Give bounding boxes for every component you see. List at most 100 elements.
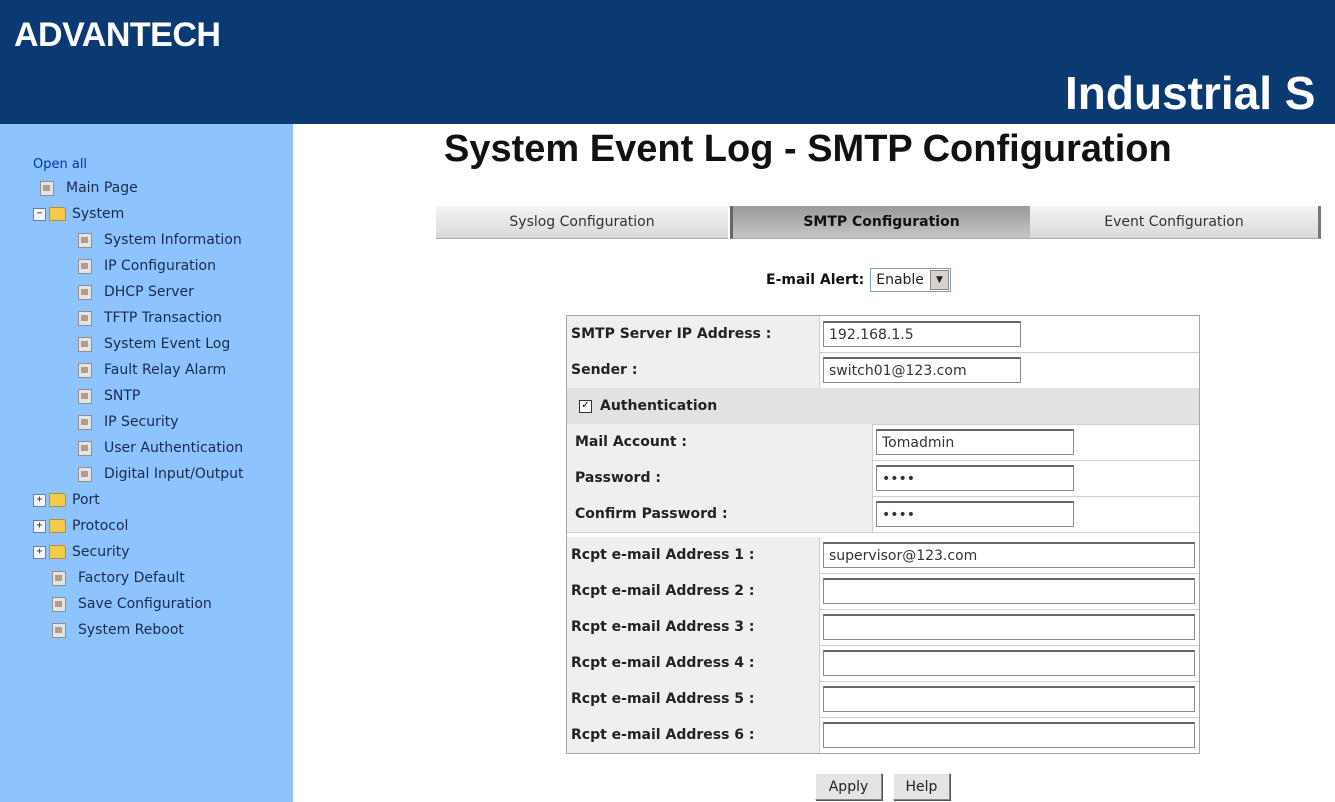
folder-icon xyxy=(49,493,66,507)
mail-account-row: Mail Account : xyxy=(567,424,1199,461)
sender-label: Sender : xyxy=(571,362,638,378)
confirm-password-input[interactable] xyxy=(876,501,1074,527)
sidebar-item-label: IP Configuration xyxy=(104,258,216,274)
sidebar-item-label: System Event Log xyxy=(104,336,231,352)
authentication-label: Authentication xyxy=(600,398,718,414)
tab-smtp-configuration[interactable]: SMTP Configuration xyxy=(730,206,1033,239)
advantech-logo: ADVANTECH xyxy=(14,16,221,54)
doc-icon xyxy=(78,414,92,430)
rcpt-address-1-label: Rcpt e-mail Address 1 : xyxy=(571,547,755,563)
email-alert-select[interactable]: Enable ▼ xyxy=(870,268,951,292)
rcpt-address-5-input[interactable] xyxy=(823,686,1195,712)
help-button[interactable]: Help xyxy=(893,773,950,800)
rcpt-address-row: Rcpt e-mail Address 3 : xyxy=(567,609,1199,646)
rcpt-address-3-label: Rcpt e-mail Address 3 : xyxy=(571,619,755,635)
sidebar-item-label: System Reboot xyxy=(78,622,184,638)
sidebar-item-sntp[interactable]: SNTP xyxy=(78,385,140,407)
doc-icon xyxy=(78,440,92,456)
open-all-link[interactable]: Open all xyxy=(33,157,87,172)
confirm-password-label: Confirm Password : xyxy=(575,506,728,522)
sidebar-item-port[interactable]: + Port xyxy=(33,489,100,511)
doc-icon xyxy=(52,622,66,638)
mail-account-label: Mail Account : xyxy=(575,434,687,450)
sender-input[interactable] xyxy=(823,357,1021,383)
sidebar-item-label: SNTP xyxy=(104,388,141,404)
sidebar-item-factory-default[interactable]: Factory Default xyxy=(52,567,185,589)
rcpt-address-row: Rcpt e-mail Address 2 : xyxy=(567,573,1199,610)
expand-toggle-icon[interactable]: + xyxy=(33,493,46,507)
expand-toggle-icon[interactable]: + xyxy=(33,545,46,559)
apply-button[interactable]: Apply xyxy=(815,773,882,800)
sidebar-item-label: DHCP Server xyxy=(104,284,194,300)
sidebar-item-user-authentication[interactable]: User Authentication xyxy=(78,437,243,459)
mail-account-input[interactable] xyxy=(876,429,1074,455)
tab-event-configuration[interactable]: Event Configuration xyxy=(1030,206,1321,239)
sidebar-item-tftp-transaction[interactable]: TFTP Transaction xyxy=(78,307,222,329)
doc-icon xyxy=(78,466,92,482)
sidebar-item-protocol[interactable]: + Protocol xyxy=(33,515,128,537)
sidebar-item-fault-relay-alarm[interactable]: Fault Relay Alarm xyxy=(78,359,226,381)
sidebar-item-label: Main Page xyxy=(66,180,138,196)
doc-icon xyxy=(78,232,92,248)
rcpt-address-2-input[interactable] xyxy=(823,578,1195,604)
sidebar-item-label: Port xyxy=(72,492,100,508)
sidebar-item-system[interactable]: − System xyxy=(33,203,124,225)
sidebar-item-label: IP Security xyxy=(104,414,179,430)
doc-icon xyxy=(78,336,92,352)
doc-icon xyxy=(52,596,66,612)
email-alert-label: E-mail Alert: xyxy=(766,272,865,288)
sidebar-item-label: TFTP Transaction xyxy=(104,310,222,326)
rcpt-address-row: Rcpt e-mail Address 4 : xyxy=(567,645,1199,682)
sidebar-item-digital-input-output[interactable]: Digital Input/Output xyxy=(78,463,243,485)
sidebar-item-label: Security xyxy=(72,544,130,560)
sidebar-item-dhcp-server[interactable]: DHCP Server xyxy=(78,281,194,303)
header-banner: ADVANTECH Industrial S xyxy=(0,0,1335,124)
folder-icon xyxy=(49,519,66,533)
sidebar-item-system-information[interactable]: System Information xyxy=(78,229,242,251)
sidebar: Open all Main Page − System System Infor… xyxy=(0,124,293,802)
rcpt-address-row: Rcpt e-mail Address 5 : xyxy=(567,681,1199,718)
rcpt-address-2-label: Rcpt e-mail Address 2 : xyxy=(571,583,755,599)
email-alert-value: Enable xyxy=(876,272,924,288)
sidebar-item-label: Factory Default xyxy=(78,570,185,586)
tab-syslog-configuration[interactable]: Syslog Configuration xyxy=(436,206,728,239)
authentication-row: ✓ Authentication xyxy=(567,388,1199,425)
doc-icon xyxy=(78,284,92,300)
sidebar-item-main-page[interactable]: Main Page xyxy=(40,177,138,199)
sidebar-item-label: Save Configuration xyxy=(78,596,212,612)
rcpt-address-1-input[interactable] xyxy=(823,542,1195,568)
email-alert-row: E-mail Alert: Enable ▼ xyxy=(766,268,951,292)
collapse-toggle-icon[interactable]: − xyxy=(33,207,46,221)
sender-row: Sender : xyxy=(567,352,1199,389)
rcpt-address-3-input[interactable] xyxy=(823,614,1195,640)
password-row: Password : xyxy=(567,460,1199,497)
sidebar-item-save-configuration[interactable]: Save Configuration xyxy=(52,593,212,615)
rcpt-address-4-label: Rcpt e-mail Address 4 : xyxy=(571,655,755,671)
sidebar-item-label: Protocol xyxy=(72,518,129,534)
rcpt-address-4-input[interactable] xyxy=(823,650,1195,676)
smtp-server-row: SMTP Server IP Address : xyxy=(567,316,1199,353)
rcpt-address-5-label: Rcpt e-mail Address 5 : xyxy=(571,691,755,707)
password-input[interactable] xyxy=(876,465,1074,491)
sidebar-item-security[interactable]: + Security xyxy=(33,541,130,563)
expand-toggle-icon[interactable]: + xyxy=(33,519,46,533)
doc-icon xyxy=(78,310,92,326)
sidebar-item-ip-security[interactable]: IP Security xyxy=(78,411,179,433)
authentication-checkbox[interactable]: ✓ xyxy=(579,399,592,413)
sidebar-item-system-event-log[interactable]: System Event Log xyxy=(78,333,230,355)
page-title: System Event Log - SMTP Configuration xyxy=(444,128,1172,170)
smtp-form: SMTP Server IP Address : Sender : ✓ Auth… xyxy=(566,315,1200,754)
sidebar-item-ip-configuration[interactable]: IP Configuration xyxy=(78,255,216,277)
confirm-password-row: Confirm Password : xyxy=(567,496,1199,533)
doc-icon xyxy=(78,258,92,274)
sidebar-item-label: Digital Input/Output xyxy=(104,466,244,482)
dropdown-arrow-icon[interactable]: ▼ xyxy=(929,270,949,290)
sidebar-item-system-reboot[interactable]: System Reboot xyxy=(52,619,184,641)
authentication-checkbox-label[interactable]: ✓ Authentication xyxy=(579,388,717,424)
smtp-server-input[interactable] xyxy=(823,321,1021,347)
password-label: Password : xyxy=(575,470,661,486)
rcpt-address-6-input[interactable] xyxy=(823,722,1195,748)
doc-icon xyxy=(52,570,66,586)
doc-icon xyxy=(78,362,92,378)
rcpt-address-row: Rcpt e-mail Address 1 : xyxy=(567,537,1199,574)
